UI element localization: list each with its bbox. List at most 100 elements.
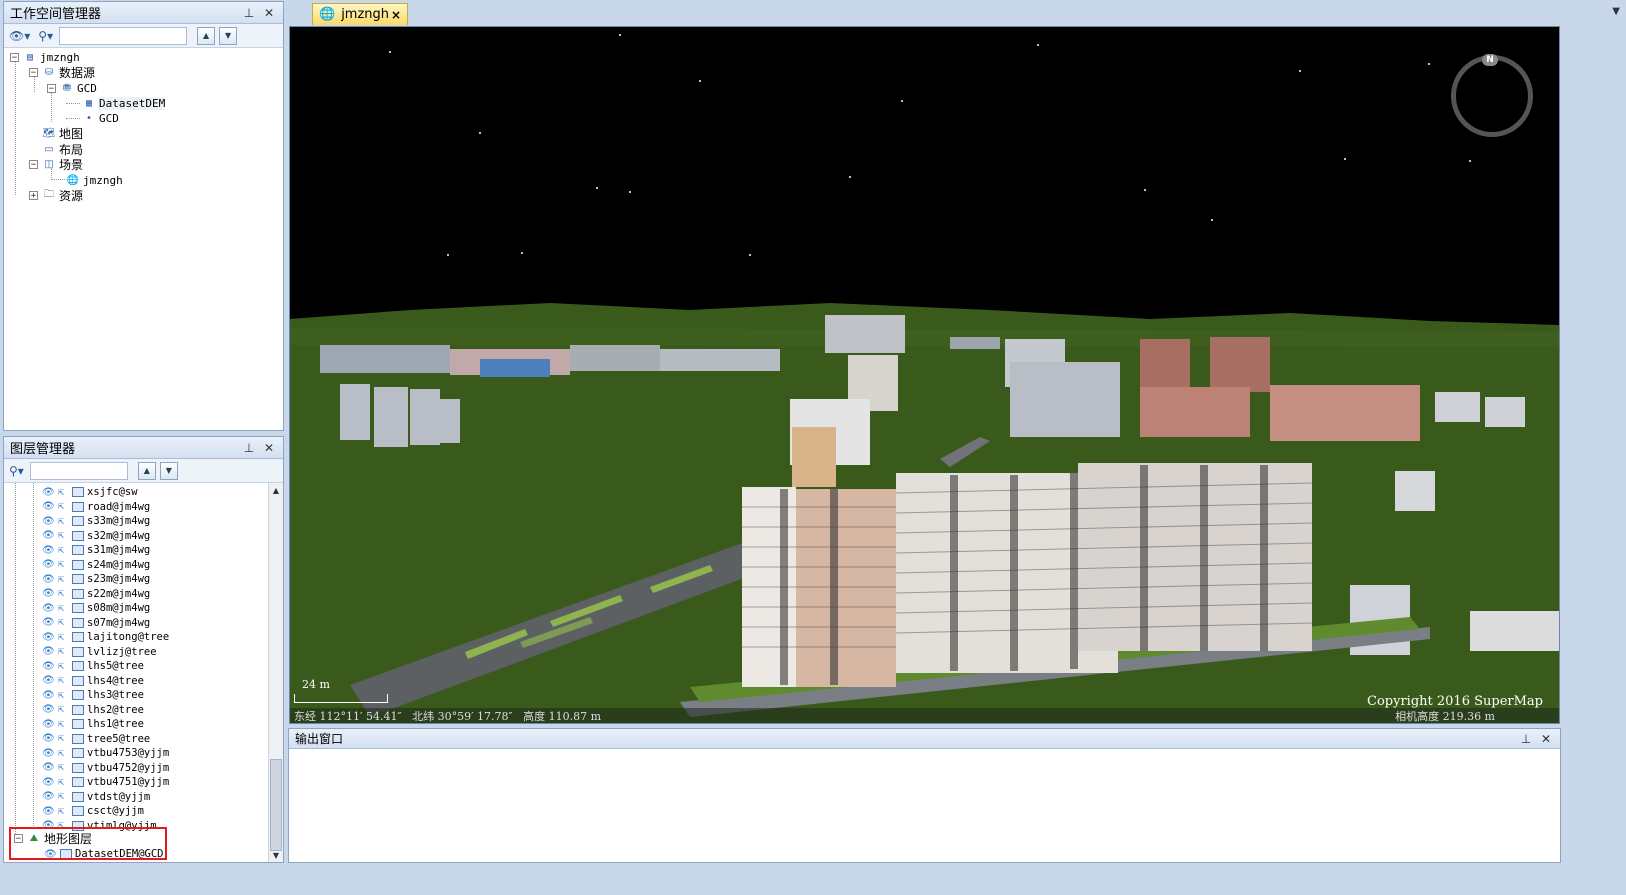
selectable-icon[interactable]: ⇱	[58, 719, 70, 730]
eye-icon[interactable]: 👁	[42, 487, 56, 498]
collapse-toggle[interactable]: −	[10, 53, 19, 63]
eye-icon[interactable]: 👁	[42, 617, 56, 628]
tree-node-dataset-gcd[interactable]: • GCD	[82, 111, 119, 126]
layer-item[interactable]: 👁 ⇱ lhs4@tree	[42, 674, 144, 688]
selectable-icon[interactable]: ⇱	[58, 530, 70, 541]
eye-icon[interactable]: 👁	[42, 545, 56, 556]
expand-toggle[interactable]: +	[29, 191, 38, 201]
move-up-button[interactable]: ▲	[137, 461, 156, 480]
selectable-icon[interactable]: ⇱	[58, 748, 70, 759]
selectable-icon[interactable]: ⇱	[58, 574, 70, 585]
selectable-icon[interactable]: ⇱	[58, 690, 70, 701]
tree-node-datasources[interactable]: − ⛁ 数据源	[29, 65, 95, 80]
selectable-icon[interactable]: ⇱	[58, 487, 70, 498]
close-icon[interactable]: ✕	[261, 5, 277, 21]
selectable-icon[interactable]: ⇱	[58, 501, 70, 512]
layer-scrollbar[interactable]: ▲ ▼	[268, 483, 283, 862]
eye-icon[interactable]: 👁	[42, 719, 56, 730]
layer-search-input[interactable]	[29, 461, 128, 480]
collapse-toggle[interactable]: −	[29, 160, 38, 170]
pin-icon[interactable]: ⊥	[241, 5, 257, 21]
tree-node-maps[interactable]: 🗺 地图	[29, 126, 83, 141]
eye-icon[interactable]: 👁	[42, 762, 56, 773]
selectable-icon[interactable]: ⇱	[58, 791, 70, 802]
layer-item[interactable]: 👁 ⇱ lhs2@tree	[42, 703, 144, 717]
pin-icon[interactable]: ⊥	[241, 440, 257, 456]
move-down-button[interactable]: ▼	[159, 461, 178, 480]
workspace-search-input[interactable]	[59, 26, 188, 45]
view-toggle-button[interactable]: 👁 ▾	[7, 27, 32, 45]
eye-icon[interactable]: 👁	[42, 704, 56, 715]
tree-node-scenes[interactable]: − ◫ 场景	[29, 157, 83, 172]
eye-icon[interactable]: 👁	[42, 733, 56, 744]
eye-icon[interactable]: 👁	[42, 516, 56, 527]
tree-node-workspace[interactable]: − ▤ jmzngh	[10, 50, 80, 65]
eye-icon[interactable]: 👁	[42, 501, 56, 512]
eye-icon[interactable]: 👁	[42, 588, 56, 599]
eye-icon[interactable]: 👁	[42, 690, 56, 701]
layer-item[interactable]: 👁 ⇱ lvlizj@tree	[42, 645, 157, 659]
scroll-up-arrow[interactable]: ▲	[269, 483, 283, 497]
selectable-icon[interactable]: ⇱	[58, 646, 70, 657]
scene-view[interactable]: N 24 m Copyright 2016 SuperMap 东经 112°11…	[289, 26, 1560, 724]
scroll-down-arrow[interactable]: ▼	[269, 848, 283, 862]
layer-item[interactable]: 👁 ⇱ csct@yjjm	[42, 804, 144, 818]
selectable-icon[interactable]: ⇱	[58, 806, 70, 817]
selectable-icon[interactable]: ⇱	[58, 545, 70, 556]
eye-icon[interactable]: 👁	[42, 806, 56, 817]
layer-item[interactable]: 👁 ⇱ s24m@jm4wg	[42, 558, 150, 572]
layer-item[interactable]: 👁 ⇱ s23m@jm4wg	[42, 572, 150, 586]
layer-item[interactable]: 👁 ⇱ tree5@tree	[42, 732, 150, 746]
layer-item[interactable]: 👁 ⇱ vtbu4753@yjjm	[42, 746, 169, 760]
layer-item[interactable]: 👁 ⇱ s33m@jm4wg	[42, 514, 150, 528]
eye-icon[interactable]: 👁	[42, 661, 56, 672]
selectable-icon[interactable]: ⇱	[58, 516, 70, 527]
tab-scene[interactable]: 🌐 jmzngh ×	[312, 3, 408, 25]
move-up-button[interactable]: ▲	[197, 26, 216, 45]
selectable-icon[interactable]: ⇱	[58, 661, 70, 672]
selectable-icon[interactable]: ⇱	[58, 733, 70, 744]
layer-item[interactable]: 👁 ⇱ lajitong@tree	[42, 630, 169, 644]
close-icon[interactable]: ×	[391, 8, 401, 22]
eye-icon[interactable]: 👁	[42, 530, 56, 541]
selectable-icon[interactable]: ⇱	[58, 617, 70, 628]
layer-item[interactable]: 👁 ⇱ lhs3@tree	[42, 688, 144, 702]
eye-icon[interactable]: 👁	[42, 632, 56, 643]
layer-item[interactable]: 👁 ⇱ s32m@jm4wg	[42, 529, 150, 543]
chevron-down-icon[interactable]: ▼	[1612, 6, 1620, 17]
layer-item[interactable]: 👁 ⇱ lhs1@tree	[42, 717, 144, 731]
layer-item[interactable]: 👁 ⇱ vtbu4752@yjjm	[42, 761, 169, 775]
layer-item[interactable]: 👁 ⇱ s31m@jm4wg	[42, 543, 150, 557]
eye-icon[interactable]: 👁	[42, 777, 56, 788]
tree-node-resources[interactable]: + 🗀 资源	[29, 188, 83, 203]
collapse-toggle[interactable]: −	[47, 84, 56, 94]
eye-icon[interactable]: 👁	[42, 675, 56, 686]
selectable-icon[interactable]: ⇱	[58, 603, 70, 614]
layer-item[interactable]: 👁 ⇱ xsjfc@sw	[42, 485, 138, 499]
close-icon[interactable]: ✕	[1538, 731, 1554, 747]
layer-item[interactable]: 👁 ⇱ s22m@jm4wg	[42, 587, 150, 601]
eye-icon[interactable]: 👁	[42, 748, 56, 759]
compass-widget[interactable]: N	[1451, 54, 1533, 137]
tree-node-layouts[interactable]: ▭ 布局	[29, 142, 83, 157]
layer-item[interactable]: 👁 ⇱ s07m@jm4wg	[42, 616, 150, 630]
selectable-icon[interactable]: ⇱	[58, 588, 70, 599]
eye-icon[interactable]: 👁	[42, 603, 56, 614]
pin-icon[interactable]: ⊥	[1518, 731, 1534, 747]
layer-item[interactable]: 👁 ⇱ lhs5@tree	[42, 659, 144, 673]
layer-item[interactable]: 👁 ⇱ road@jm4wg	[42, 500, 150, 514]
layer-item[interactable]: 👁 ⇱ vtbu4751@yjjm	[42, 775, 169, 789]
eye-icon[interactable]: 👁	[42, 646, 56, 657]
search-button[interactable]: ⚲ ▾	[36, 27, 55, 45]
search-button[interactable]: ⚲ ▾	[7, 462, 26, 480]
eye-icon[interactable]: 👁	[42, 791, 56, 802]
layer-item[interactable]: 👁 ⇱ vtdst@yjjm	[42, 790, 150, 804]
selectable-icon[interactable]: ⇱	[58, 762, 70, 773]
move-down-button[interactable]: ▼	[219, 26, 238, 45]
tree-node-dataset-dem[interactable]: ▦ DatasetDEM	[82, 96, 166, 111]
selectable-icon[interactable]: ⇱	[58, 559, 70, 570]
scroll-thumb[interactable]	[270, 759, 282, 851]
selectable-icon[interactable]: ⇱	[58, 777, 70, 788]
selectable-icon[interactable]: ⇱	[58, 632, 70, 643]
tree-node-scene-item[interactable]: 🌐 jmzngh	[66, 173, 123, 188]
